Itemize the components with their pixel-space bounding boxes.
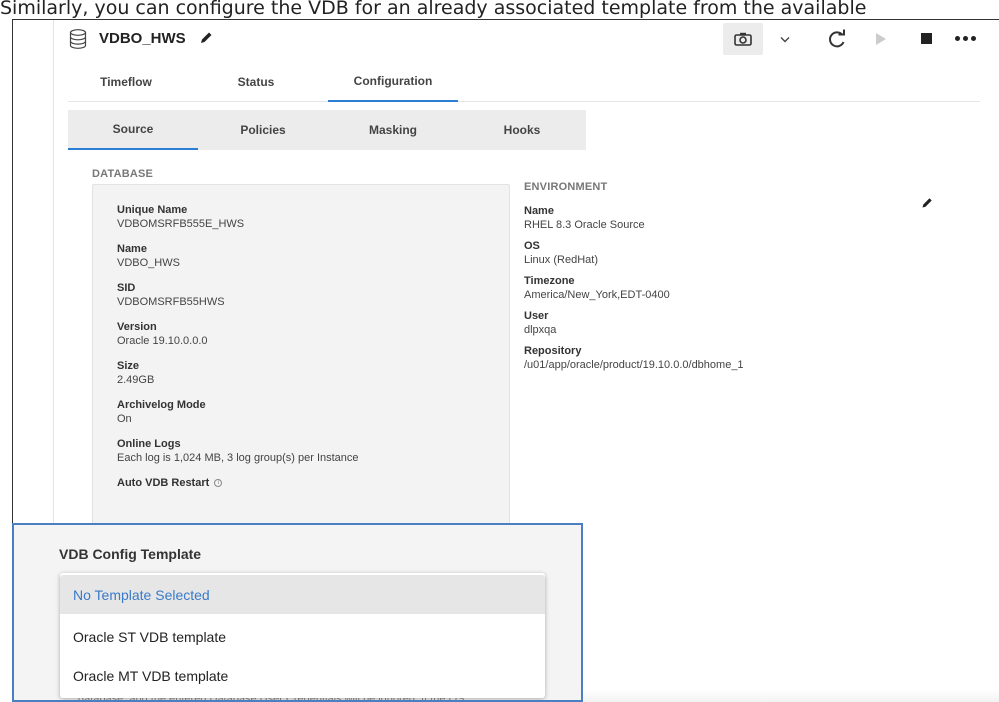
field-label: Name bbox=[117, 243, 147, 255]
env-field-timezone: Timezone America/New_York,EDT-0400 bbox=[524, 275, 944, 302]
field-label: Repository bbox=[524, 345, 582, 357]
field-value: On bbox=[117, 413, 132, 425]
environment-section-label: ENVIRONMENT bbox=[524, 181, 608, 193]
field-value: RHEL 8.3 Oracle Source bbox=[524, 219, 645, 231]
field-label: Version bbox=[117, 321, 157, 333]
play-icon[interactable] bbox=[873, 29, 889, 49]
tab-status[interactable]: Status bbox=[198, 62, 314, 102]
env-field-os: OS Linux (RedHat) bbox=[524, 240, 944, 267]
pencil-icon[interactable] bbox=[199, 31, 213, 45]
vdb-config-template-label: VDB Config Template bbox=[59, 546, 202, 562]
refresh-button[interactable] bbox=[825, 26, 849, 52]
field-value: 2.49GB bbox=[117, 374, 155, 386]
top-tab-bar: Timeflow Status Configuration bbox=[68, 62, 980, 102]
tab-configuration[interactable]: Configuration bbox=[328, 62, 458, 102]
field-auto-vdb-restart: Auto VDB Restart i bbox=[117, 477, 509, 490]
field-version: Version Oracle 19.10.0.0.0 bbox=[117, 321, 509, 348]
stop-icon[interactable] bbox=[921, 33, 932, 44]
field-label: User bbox=[524, 310, 549, 322]
field-value: Each log is 1,024 MB, 3 log group(s) per… bbox=[117, 452, 359, 464]
field-label: Name bbox=[524, 205, 554, 217]
tab-timeflow[interactable]: Timeflow bbox=[68, 62, 184, 102]
field-label: Archivelog Mode bbox=[117, 399, 206, 411]
vdb-title: VDBO_HWS bbox=[99, 30, 186, 47]
field-label: SID bbox=[117, 282, 136, 294]
environment-details: Name RHEL 8.3 Oracle Source OS Linux (Re… bbox=[524, 197, 944, 372]
subtab-policies[interactable]: Policies bbox=[198, 110, 328, 150]
info-icon[interactable]: i bbox=[214, 479, 223, 488]
field-value: VDBOMSRFB555E_HWS bbox=[117, 218, 245, 230]
database-section-label: DATABASE bbox=[92, 168, 154, 180]
field-size: Size 2.49GB bbox=[117, 360, 509, 387]
database-icon bbox=[69, 29, 87, 49]
subtab-hooks[interactable]: Hooks bbox=[458, 110, 586, 150]
field-value: America/New_York,EDT-0400 bbox=[524, 289, 670, 301]
camera-icon bbox=[734, 32, 752, 46]
env-field-user: User dlpxqa bbox=[524, 310, 944, 337]
field-value: VDBOMSRFB55HWS bbox=[117, 296, 225, 308]
field-online-logs: Online Logs Each log is 1,024 MB, 3 log … bbox=[117, 438, 509, 465]
snapshot-button[interactable] bbox=[723, 23, 763, 55]
field-value: dlpxqa bbox=[524, 324, 557, 336]
template-option-st[interactable]: Oracle ST VDB template bbox=[60, 617, 545, 656]
field-label: Online Logs bbox=[117, 438, 181, 450]
template-highlight-box: VDB Config Template database, and the en… bbox=[12, 523, 583, 702]
field-label: Auto VDB Restart i bbox=[117, 477, 509, 490]
template-option-mt[interactable]: Oracle MT VDB template bbox=[60, 656, 545, 695]
field-value: VDBO_HWS bbox=[117, 257, 180, 269]
field-label: Timezone bbox=[524, 275, 575, 287]
field-unique-name: Unique Name VDBOMSRFB555E_HWS bbox=[117, 204, 509, 231]
field-label-text: Auto VDB Restart bbox=[117, 477, 210, 489]
more-icon[interactable] bbox=[950, 23, 980, 53]
snapshot-options-button[interactable] bbox=[767, 23, 803, 55]
template-dropdown-menu: No Template Selected Oracle ST VDB templ… bbox=[60, 573, 545, 698]
refresh-icon bbox=[829, 29, 845, 48]
field-value: Linux (RedHat) bbox=[524, 254, 598, 266]
field-value: Oracle 19.10.0.0.0 bbox=[117, 335, 208, 347]
field-name: Name VDBO_HWS bbox=[117, 243, 509, 270]
page-bottom-fade bbox=[583, 690, 999, 702]
field-label: Unique Name bbox=[117, 204, 188, 216]
subtab-masking[interactable]: Masking bbox=[328, 110, 458, 150]
field-value: /u01/app/oracle/product/19.10.0.0/dbhome… bbox=[524, 359, 744, 371]
field-label: OS bbox=[524, 240, 540, 252]
field-sid: SID VDBOMSRFB55HWS bbox=[117, 282, 509, 309]
template-option-none[interactable]: No Template Selected bbox=[60, 575, 545, 614]
env-field-name: Name RHEL 8.3 Oracle Source bbox=[524, 205, 944, 232]
database-card: Unique Name VDBOMSRFB555E_HWS Name VDBO_… bbox=[92, 184, 510, 554]
field-label: Size bbox=[117, 360, 140, 372]
field-archivelog-mode: Archivelog Mode On bbox=[117, 399, 509, 426]
env-field-repository: Repository /u01/app/oracle/product/19.10… bbox=[524, 345, 944, 372]
subtab-source[interactable]: Source bbox=[68, 110, 198, 150]
chevron-down-icon bbox=[780, 36, 790, 42]
